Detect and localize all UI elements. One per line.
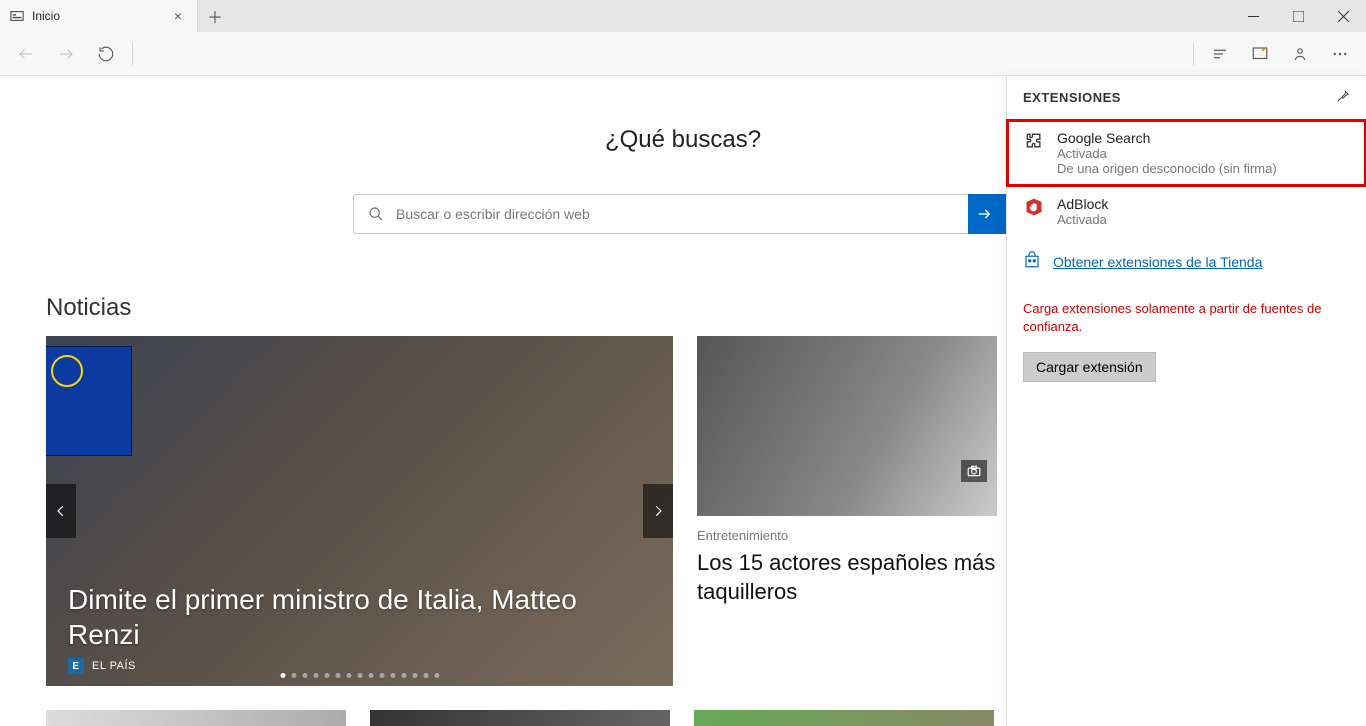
extension-note: De una origen desconocido (sin firma) [1057,161,1350,176]
browser-tab[interactable]: Inicio × [0,0,198,32]
extension-item[interactable]: Google SearchActivadaDe una origen desco… [1007,120,1366,186]
secondary-title: Los 15 actores españoles más taquilleros [697,549,997,606]
window-controls [1231,0,1366,32]
pin-panel-button[interactable] [1336,89,1350,106]
lead-source: E EL PAÍS [68,658,136,674]
extensions-panel: EXTENSIONES Google SearchActivadaDe una … [1006,76,1366,726]
store-icon [1023,251,1041,272]
new-tab-button[interactable]: ＋ [198,0,232,32]
forward-button[interactable] [46,34,86,74]
reload-button[interactable] [86,34,126,74]
carousel-dot[interactable] [324,673,329,678]
maximize-button[interactable] [1276,0,1321,32]
tab-close-icon[interactable]: × [169,8,187,24]
carousel-dot[interactable] [412,673,417,678]
toolbar-separator [1193,43,1194,65]
eu-flag-graphic [46,346,132,456]
carousel-dot[interactable] [401,673,406,678]
extension-name: AdBlock [1057,196,1350,212]
gallery-icon [961,460,987,482]
carousel-next-button[interactable] [643,484,673,538]
store-link[interactable]: Obtener extensiones de la Tienda [1053,254,1262,270]
close-window-button[interactable] [1321,0,1366,32]
extensions-panel-title: EXTENSIONES [1023,90,1121,105]
source-badge-icon: E [68,658,84,674]
share-button[interactable] [1280,34,1320,74]
search-icon [368,206,384,222]
carousel-dot[interactable] [423,673,428,678]
store-link-row: Obtener extensiones de la Tienda [1007,237,1366,276]
carousel-dot[interactable] [280,673,285,678]
minimize-button[interactable] [1231,0,1276,32]
extension-status: Activada [1057,146,1350,161]
tab-title: Inicio [32,9,169,23]
carousel-dot[interactable] [302,673,307,678]
carousel-dot[interactable] [434,673,439,678]
extension-item[interactable]: AdBlockActivada [1007,186,1366,237]
titlebar-drag-region [232,0,1231,32]
carousel-dot[interactable] [357,673,362,678]
extensions-warning: Carga extensiones solamente a partir de … [1007,276,1366,346]
carousel-dots[interactable] [280,673,439,678]
secondary-category: Entretenimiento [697,528,997,543]
carousel-dot[interactable] [335,673,340,678]
webnote-button[interactable] [1240,34,1280,74]
extensions-panel-header: EXTENSIONES [1007,76,1366,120]
search-bar[interactable] [353,194,1013,234]
puzzle-icon [1023,130,1045,152]
search-input[interactable] [396,206,968,222]
lead-news-card[interactable]: Dimite el primer ministro de Italia, Mat… [46,336,673,686]
extension-status: Activada [1057,212,1350,227]
toolbar [0,32,1366,76]
news-thumbnail[interactable] [46,710,346,726]
source-name: EL PAÍS [92,660,136,672]
secondary-news-card[interactable]: Entretenimiento Los 15 actores españoles… [697,336,997,686]
carousel-dot[interactable] [346,673,351,678]
load-extension-button[interactable]: Cargar extensión [1023,352,1156,382]
carousel-prev-button[interactable] [46,484,76,538]
extension-name: Google Search [1057,130,1350,146]
titlebar: Inicio × ＋ [0,0,1366,32]
carousel-dot[interactable] [368,673,373,678]
tab-favicon-icon [10,9,24,23]
carousel-dot[interactable] [291,673,296,678]
more-button[interactable] [1320,34,1360,74]
carousel-dot[interactable] [390,673,395,678]
hub-button[interactable] [1200,34,1240,74]
lead-headline: Dimite el primer ministro de Italia, Mat… [68,582,651,652]
toolbar-separator [132,43,133,65]
carousel-dot[interactable] [379,673,384,678]
adblock-icon [1023,196,1045,218]
news-thumbnail[interactable] [694,710,994,726]
back-button[interactable] [6,34,46,74]
secondary-news-image [697,336,997,516]
carousel-dot[interactable] [313,673,318,678]
news-thumbnail[interactable] [370,710,670,726]
